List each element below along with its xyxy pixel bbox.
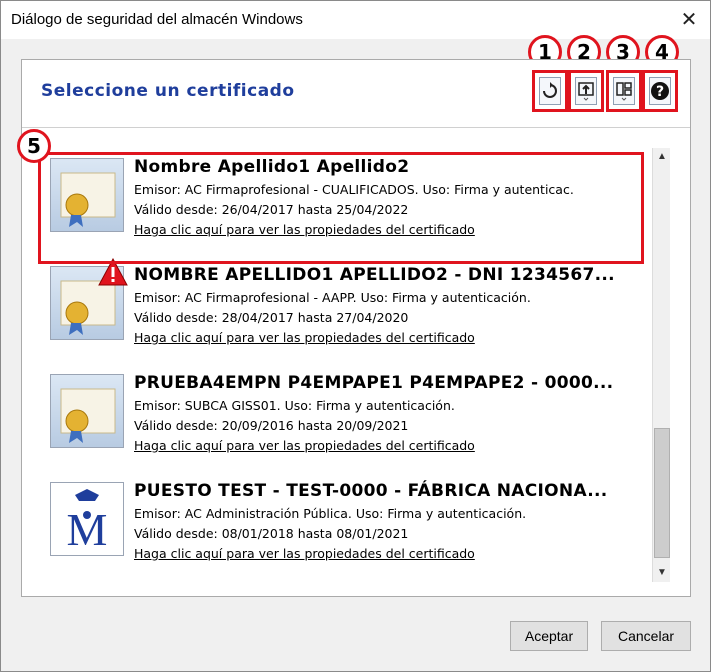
certificate-item[interactable]: PRUEBA4EMPN P4EMPAPE1 P4EMPAPE2 - 0000..… xyxy=(50,366,650,456)
certificate-properties-link[interactable]: Haga clic aquí para ver las propiedades … xyxy=(134,330,475,345)
certificate-properties-link[interactable]: Haga clic aquí para ver las propiedades … xyxy=(134,438,475,453)
spanish-gov-crest-icon: M xyxy=(50,482,124,556)
certificate-item[interactable]: NOMBRE APELLIDO1 APELLIDO2 - DNI 1234567… xyxy=(50,257,650,348)
dialog-window: Diálogo de seguridad del almacén Windows… xyxy=(0,0,711,672)
import-button[interactable] xyxy=(568,70,604,112)
certificate-validity: Válido desde: 20/09/2016 hasta 20/09/202… xyxy=(134,418,409,433)
certificate-name: PUESTO TEST - TEST-0000 - FÁBRICA NACION… xyxy=(134,481,608,501)
view-icon xyxy=(613,77,635,105)
title-bar: Diálogo de seguridad del almacén Windows… xyxy=(1,1,710,39)
help-icon: ? xyxy=(649,77,671,105)
certificate-name: PRUEBA4EMPN P4EMPAPE1 P4EMPAPE2 - 0000..… xyxy=(134,373,614,393)
refresh-icon xyxy=(539,77,561,105)
annotation-badge-5: 5 xyxy=(17,129,51,163)
page-title: Seleccione un certificado xyxy=(41,81,295,101)
import-icon xyxy=(575,77,597,105)
vertical-scrollbar[interactable]: ▲ ▼ xyxy=(652,148,670,582)
view-button[interactable] xyxy=(606,70,642,112)
certificate-properties-link[interactable]: Haga clic aquí para ver las propiedades … xyxy=(134,546,475,561)
refresh-button[interactable] xyxy=(532,70,568,112)
scroll-thumb[interactable] xyxy=(654,428,670,558)
scroll-up-icon[interactable]: ▲ xyxy=(653,148,671,166)
window-title: Diálogo de seguridad del almacén Windows xyxy=(11,11,303,28)
certificate-issuer: Emisor: AC Administración Pública. Uso: … xyxy=(134,506,527,521)
close-icon[interactable]: ✕ xyxy=(676,7,702,33)
svg-text:?: ? xyxy=(656,84,664,100)
certificate-validity: Válido desde: 08/01/2018 hasta 08/01/202… xyxy=(134,526,409,541)
certificate-issuer: Emisor: AC Firmaprofesional - AAPP. Uso:… xyxy=(134,290,531,305)
help-button[interactable]: ? xyxy=(642,70,678,112)
certificate-name: NOMBRE APELLIDO1 APELLIDO2 - DNI 1234567… xyxy=(134,265,615,285)
accept-button[interactable]: Aceptar xyxy=(510,621,588,651)
certificate-item[interactable]: M PUESTO TEST - TEST-0000 - FÁBRICA NACI… xyxy=(50,474,650,564)
selected-certificate-highlight xyxy=(38,152,644,264)
cancel-button[interactable]: Cancelar xyxy=(601,621,691,651)
certificate-issuer: Emisor: SUBCA GISS01. Uso: Firma y auten… xyxy=(134,398,455,413)
certificate-panel: Seleccione un certificado ? Nombre Apell… xyxy=(21,59,691,597)
certificate-validity: Válido desde: 28/04/2017 hasta 27/04/202… xyxy=(134,310,409,325)
header-divider xyxy=(22,127,690,128)
certificate-icon xyxy=(50,374,124,448)
scroll-down-icon[interactable]: ▼ xyxy=(653,564,671,582)
